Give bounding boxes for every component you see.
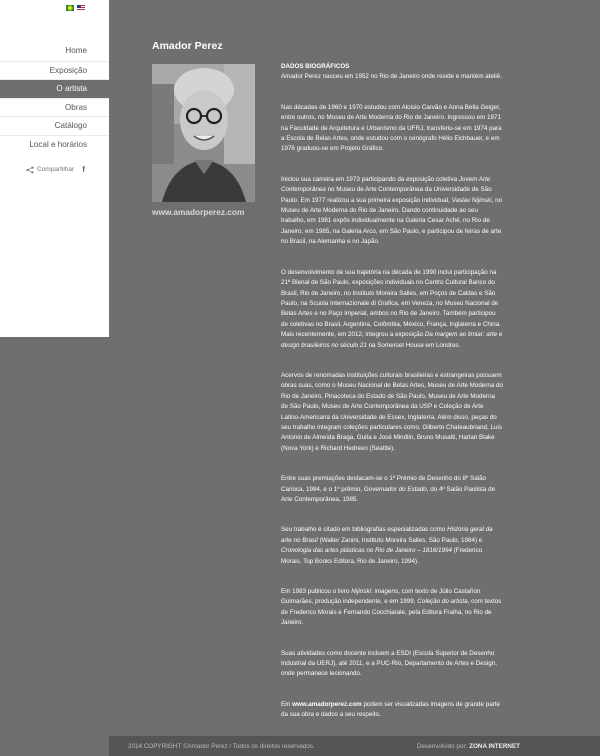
nav-item-home[interactable]: Home <box>0 42 109 61</box>
bio-paragraph: Suas atividades como docente incluem a E… <box>281 649 497 678</box>
sidebar: Home Exposição O artista Obras Catálogo … <box>0 0 109 337</box>
share-bar: Compartilhar f <box>26 165 85 174</box>
copyright-text: 2014 COPYRIGHT ©Amador Perez / Todos os … <box>128 743 315 750</box>
footer: 2014 COPYRIGHT ©Amador Perez / Todos os … <box>109 736 600 756</box>
nav-item-local-horarios[interactable]: Local e horários <box>0 134 109 154</box>
share-label[interactable]: Compartilhar <box>37 166 74 173</box>
developer-link[interactable]: ZONA INTERNET <box>469 743 520 750</box>
artist-photo <box>152 64 255 202</box>
website-caption[interactable]: www.amadorperez.com <box>152 207 244 217</box>
share-icon[interactable] <box>26 165 34 174</box>
nav-item-obras[interactable]: Obras <box>0 97 109 117</box>
bio-paragraph: Nas décadas de 1960 e 1970 estudou com A… <box>281 103 502 153</box>
nav-item-o-artista[interactable]: O artista <box>0 79 109 98</box>
bio-paragraph: Em 1983 publicou o livro Nijinski: image… <box>281 588 502 627</box>
page-title: Amador Perez <box>152 40 223 52</box>
usa-flag-icon[interactable] <box>77 5 85 11</box>
facebook-icon[interactable]: f <box>82 165 85 174</box>
language-switcher <box>66 5 85 11</box>
bio-paragraph: Seu trabalho é citado em bibliografias e… <box>281 526 493 565</box>
bio-paragraph: O desenvolvimento de sua trajetória na d… <box>281 268 503 349</box>
bio-heading: DADOS BIOGRÁFICOS <box>281 63 350 70</box>
bio-paragraph: Amador Perez nasceu em 1952 no Rio de Ja… <box>281 73 502 81</box>
nav-item-exposicao[interactable]: Exposição <box>0 60 109 80</box>
nav-item-catalogo[interactable]: Catálogo <box>0 116 109 135</box>
bio-paragraph: Em www.amadorperez.com podem ser visuali… <box>281 700 500 719</box>
bio-paragraph: Acervos de renomadas instituições cultur… <box>281 371 503 452</box>
website-link[interactable]: www.amadorperez.com <box>292 701 362 708</box>
brazil-flag-icon[interactable] <box>66 5 74 11</box>
main-nav: Home Exposição O artista Obras Catálogo … <box>0 42 109 154</box>
developer-credit: Desenvolvido por: ZONA INTERNET <box>417 743 520 750</box>
biography: DADOS BIOGRÁFICOS Amador Perez nasceu em… <box>281 62 503 741</box>
bio-paragraph: Iniciou sua carreira em 1973 participand… <box>281 175 503 246</box>
bio-paragraph: Entre suas premiações destacam-se o 1º P… <box>281 475 496 503</box>
